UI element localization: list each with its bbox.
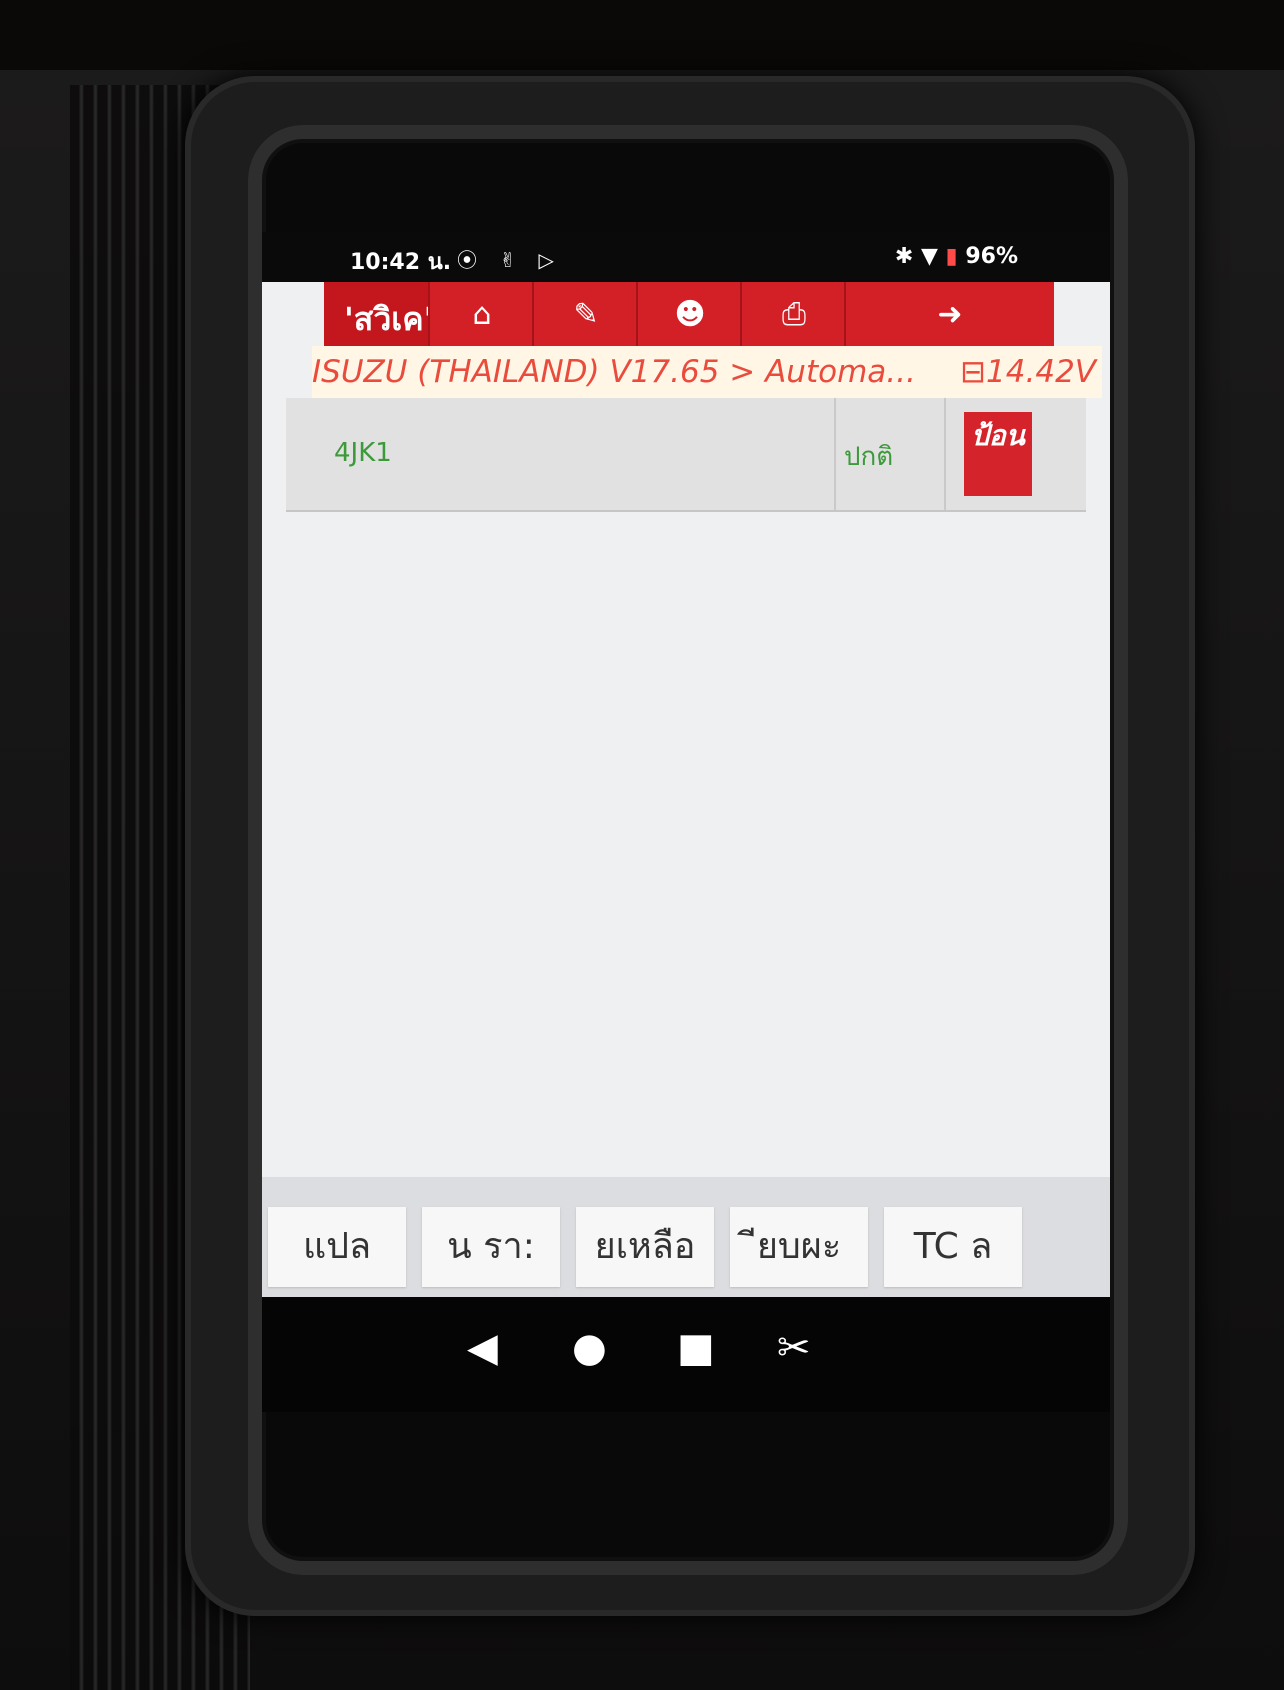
support-icon: ☻ xyxy=(674,296,706,332)
action-button-3[interactable]: ยเหลือ xyxy=(576,1207,714,1287)
edit-button[interactable]: ✎ xyxy=(532,282,638,346)
edit-icon: ✎ xyxy=(573,296,599,332)
support-button[interactable]: ☻ xyxy=(636,282,742,346)
action-button-5[interactable]: TC ล xyxy=(884,1207,1022,1287)
status-bar: 10:42 น. ⦿ ✌ ▷ ✱ ▼ ▮ 96% xyxy=(262,232,1110,282)
title-bar: 'สวิเค' ⌂ ✎ ☻ ⎙ ➜ xyxy=(324,282,1054,346)
battery-percent: 96% xyxy=(965,244,1018,269)
battery-icon: ▮ xyxy=(945,244,958,269)
status-right: ✱ ▼ ▮ 96% xyxy=(895,244,1018,269)
bluetooth-wifi-icon: ✱ ▼ xyxy=(894,244,938,269)
enter-button[interactable]: ป้อน xyxy=(964,412,1032,496)
breadcrumb: ISUZU (THAILAND) V17.65 > Automa... ⊟14.… xyxy=(312,346,1102,398)
action-button-1[interactable]: แปล xyxy=(268,1207,406,1287)
action-button-4[interactable]: ียบผะ xyxy=(730,1207,868,1287)
android-nav-bar: ◀ ● ■ ✂ xyxy=(262,1297,1110,1412)
home-nav-icon[interactable]: ● xyxy=(572,1325,607,1371)
print-button[interactable]: ⎙ xyxy=(740,282,846,346)
column-divider xyxy=(944,398,946,510)
exit-button[interactable]: ➜ xyxy=(844,282,1054,346)
column-divider xyxy=(834,398,836,510)
status-notification-icons: ⦿ ✌ ▷ xyxy=(457,248,562,272)
screenshot-icon[interactable]: ✂ xyxy=(777,1325,811,1371)
exit-icon: ➜ xyxy=(937,296,963,332)
item-status: ปกติ xyxy=(844,442,894,472)
home-icon: ⌂ xyxy=(472,296,492,332)
list-item[interactable]: 4JK1 ปกติ ป้อน xyxy=(286,398,1086,512)
voltage-readout: ⊟14.42V xyxy=(960,354,1096,390)
item-name: 4JK1 xyxy=(334,438,392,468)
tablet-screen: 10:42 น. ⦿ ✌ ▷ ✱ ▼ ▮ 96% 'สวิเค' ⌂ ✎ ☻ ⎙… xyxy=(262,232,1110,1412)
bottom-action-bar: แปล น รา: ยเหลือ ียบผะ TC ล xyxy=(262,1177,1110,1297)
status-time: 10:42 น. xyxy=(350,250,452,275)
back-icon[interactable]: ◀ xyxy=(467,1325,498,1371)
home-button[interactable]: ⌂ xyxy=(428,282,534,346)
recent-apps-icon[interactable]: ■ xyxy=(677,1325,715,1371)
breadcrumb-path: ISUZU (THAILAND) V17.65 > Automa... xyxy=(312,354,916,390)
action-button-2[interactable]: น รา: xyxy=(422,1207,560,1287)
battery-voltage-icon: ⊟ xyxy=(960,354,987,390)
page-title: 'สวิเค' xyxy=(344,300,434,338)
print-icon: ⎙ xyxy=(782,296,806,332)
